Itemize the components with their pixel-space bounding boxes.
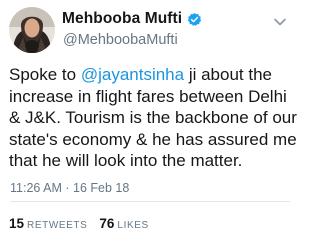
likes-label: LIKES bbox=[117, 220, 149, 231]
avatar[interactable] bbox=[9, 7, 55, 53]
mention-link[interactable]: @jayantsinha bbox=[81, 65, 184, 84]
likes-count: 76 bbox=[99, 216, 115, 231]
tweet-text-line: that he will look into the matter. bbox=[9, 151, 243, 170]
tweet-text-fragment: Spoke to bbox=[9, 65, 81, 84]
display-name[interactable]: Mehbooba Mufti bbox=[62, 10, 182, 28]
tweet-card: Mehbooba Mufti @MehboobaMufti Spoke to @… bbox=[0, 0, 300, 241]
tweet-text-line: & J&K. Tourism is the backbone of our bbox=[9, 108, 297, 127]
author-name-row[interactable]: Mehbooba Mufti bbox=[62, 10, 202, 28]
tweet-text: Spoke to @jayantsinha ji about the incre… bbox=[9, 64, 297, 172]
tweet-text-line: increase in flight fares between Delhi bbox=[9, 86, 287, 106]
retweets-stat[interactable]: 15 RETWEETS bbox=[9, 216, 87, 231]
retweets-count: 15 bbox=[9, 216, 25, 231]
retweets-label: RETWEETS bbox=[27, 220, 88, 231]
engagement-stats: 15 RETWEETS 76 LIKES bbox=[9, 216, 149, 231]
user-handle[interactable]: @MehboobaMufti bbox=[63, 32, 178, 48]
tweet-timestamp[interactable]: 11:26 AM · 16 Feb 18 bbox=[10, 181, 129, 195]
tweet-text-line: Spoke to @jayantsinha ji about the bbox=[9, 64, 295, 86]
tweet-text-fragment: ji about the bbox=[184, 65, 272, 84]
likes-stat[interactable]: 76 LIKES bbox=[99, 216, 148, 231]
chevron-down-icon[interactable] bbox=[273, 14, 287, 26]
tweet-text-line: state's economy & he has assured me bbox=[9, 129, 297, 149]
verified-badge-icon bbox=[187, 12, 202, 27]
divider bbox=[10, 201, 290, 202]
